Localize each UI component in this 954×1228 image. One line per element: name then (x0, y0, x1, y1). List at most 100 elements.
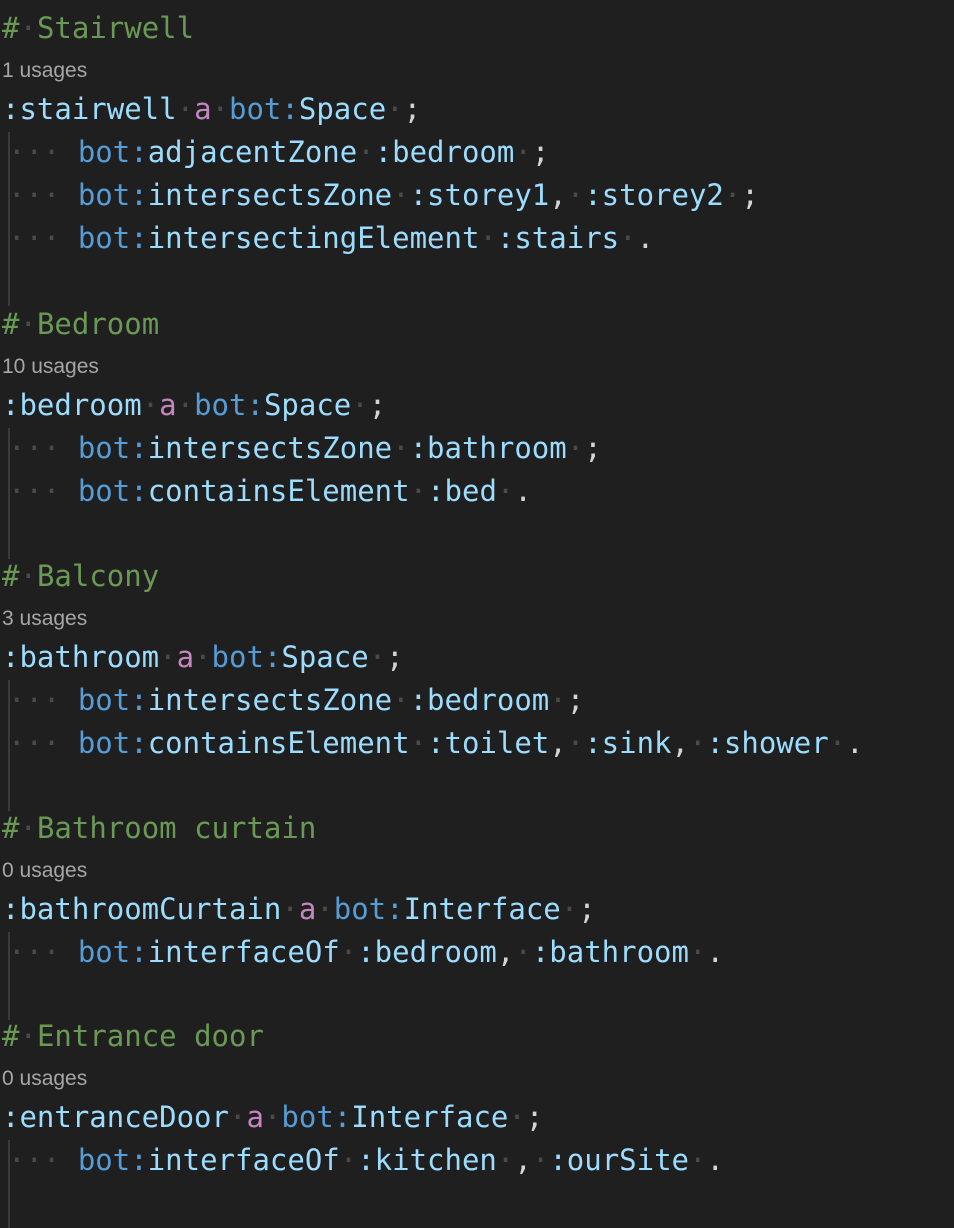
subject-line: :bathroomCurtain·a·bot:Interface·; (2, 889, 596, 929)
predicate-name: adjacentZone (147, 135, 358, 169)
comment-heading: #·Stairwell (2, 8, 194, 48)
prefix: bot: (77, 935, 148, 969)
whitespace-marker: · (194, 640, 212, 674)
prefix: bot: (211, 640, 282, 674)
object-iri: :stairs (496, 221, 620, 255)
whitespace-marker: · (392, 431, 410, 465)
usages-hint[interactable]: 1 usages (2, 56, 87, 86)
heading-text: Stairwell (36, 11, 195, 45)
whitespace-marker: · (392, 178, 410, 212)
subject-iri: :entranceDoor (2, 1100, 229, 1134)
predicate-line: ··· bot:containsElement·:toilet,·:sink,·… (8, 723, 864, 763)
whitespace-marker: · (723, 178, 742, 212)
whitespace-marker: · (19, 11, 37, 45)
whitespace-marker: · (392, 683, 410, 717)
prefix: bot: (77, 221, 148, 255)
predicate-name: interfaceOf (147, 935, 340, 969)
predicate-name: intersectsZone (147, 683, 393, 717)
whitespace-marker: · (688, 935, 707, 969)
whitespace-marker: · (409, 726, 428, 760)
statement-end: ; (741, 178, 759, 212)
comment-marker: # (2, 307, 20, 341)
whitespace-marker: · (496, 1143, 515, 1177)
predicate-line: ··· bot:intersectsZone·:bedroom·; (8, 680, 584, 720)
heading-text: Balcony (36, 559, 160, 593)
whitespace-marker: · (619, 221, 637, 255)
prefix: bot: (77, 683, 148, 717)
punctuation: , (671, 726, 689, 760)
class-name: Space (263, 388, 352, 422)
punctuation: ; (578, 892, 596, 926)
statement-end: . (636, 221, 655, 255)
whitespace-marker: · (19, 559, 37, 593)
statement-end: ; (531, 135, 550, 169)
object-iri: :storey1 (409, 178, 550, 212)
punctuation: , (549, 178, 567, 212)
whitespace-marker: · (508, 1100, 526, 1134)
punctuation: , (549, 726, 567, 760)
statement-end: . (706, 935, 724, 969)
whitespace-marker: · (159, 640, 177, 674)
type-keyword: a (194, 92, 212, 126)
type-keyword: a (246, 1100, 264, 1134)
prefix: bot: (194, 388, 264, 422)
usages-hint[interactable]: 0 usages (2, 856, 87, 886)
heading-text: Entrance door (36, 1019, 264, 1053)
predicate-line: ··· bot:interfaceOf·:bedroom,·:bathroom·… (8, 932, 724, 972)
prefix: bot: (77, 431, 148, 465)
prefix: bot: (77, 726, 148, 760)
comment-marker: # (2, 559, 20, 593)
predicate-name: containsElement (147, 474, 410, 508)
whitespace-marker: · (689, 726, 707, 760)
usages-hint[interactable]: 10 usages (2, 352, 99, 382)
type-keyword: a (176, 640, 195, 674)
predicate-name: containsElement (147, 726, 410, 760)
whitespace-marker: · (281, 892, 299, 926)
whitespace-marker: ··· (8, 135, 78, 169)
whitespace-marker: · (386, 92, 404, 126)
comment-text: #·Bathroom curtain (2, 811, 316, 845)
subject-iri: :bathroomCurtain (2, 892, 282, 926)
object-iri: :storey2 (584, 178, 724, 212)
whitespace-marker: · (531, 1143, 550, 1177)
whitespace-marker: · (560, 892, 579, 926)
usages-hint[interactable]: 3 usages (2, 604, 87, 634)
heading-text: Bathroom curtain (36, 811, 317, 845)
subject-iri: :bedroom (2, 388, 142, 422)
comment-heading: #·Bathroom curtain (2, 808, 316, 848)
whitespace-marker: · (357, 135, 375, 169)
whitespace-marker: ··· (8, 474, 78, 508)
prefix: bot: (229, 92, 299, 126)
whitespace-marker: · (339, 935, 358, 969)
predicate-line: ··· bot:interfaceOf·:kitchen·,·:ourSite·… (8, 1140, 724, 1180)
whitespace-marker: · (566, 726, 585, 760)
whitespace-marker: ··· (8, 221, 78, 255)
class-name: Space (281, 640, 369, 674)
comment-text: #·Bedroom (2, 307, 159, 341)
whitespace-marker: ··· (8, 178, 78, 212)
class-name: Interface (403, 892, 561, 926)
statement-end: ; (584, 431, 602, 465)
whitespace-marker: · (566, 431, 585, 465)
prefix: bot: (333, 892, 404, 926)
comment-heading: #·Entrance door (2, 1016, 264, 1056)
code-editor[interactable]: #·Stairwell 1 usages:stairwell·a·bot:Spac… (0, 0, 954, 1228)
prefix: bot: (77, 135, 148, 169)
predicate-line: ··· bot:intersectingElement·:stairs·. (8, 218, 654, 258)
whitespace-marker: · (549, 683, 567, 717)
usages-hint[interactable]: 0 usages (2, 1064, 87, 1094)
statement-end: . (514, 474, 532, 508)
whitespace-marker: ··· (8, 431, 78, 465)
whitespace-marker: · (176, 92, 195, 126)
object-iri: :bathroom (409, 431, 567, 465)
prefix: bot: (281, 1100, 352, 1134)
predicate-line: ··· bot:intersectsZone·:storey1,·:storey… (8, 175, 759, 215)
class-name: Interface (351, 1100, 509, 1134)
prefix: bot: (77, 1143, 148, 1177)
predicate-line: ··· bot:intersectsZone·:bathroom·; (8, 428, 602, 468)
whitespace-marker: ··· (8, 935, 78, 969)
whitespace-marker: ··· (8, 683, 78, 717)
whitespace-marker: · (211, 92, 230, 126)
whitespace-marker: · (409, 474, 428, 508)
whitespace-marker: · (263, 1100, 282, 1134)
